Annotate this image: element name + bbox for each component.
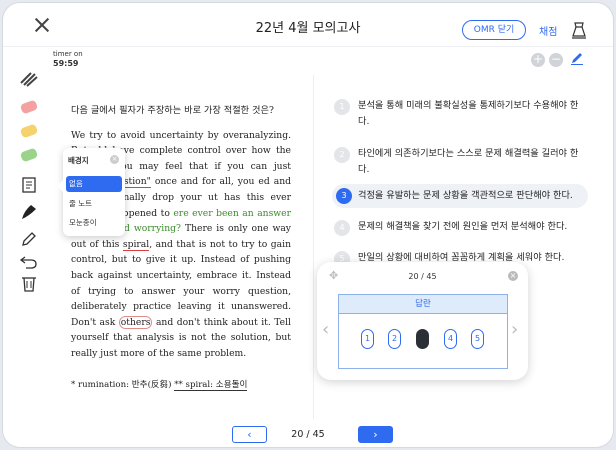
green-highlighter-icon[interactable] [17,145,41,165]
omr-next-arrow-icon[interactable]: › [511,319,518,340]
omr-prev-arrow-icon[interactable]: ‹ [322,319,329,340]
annotated-phrase: spiral [122,238,150,251]
choice-number: 1 [334,99,350,115]
circled-word: others [118,315,153,329]
top-bar: 22년 4월 모의고사 OMR 닫기 채점 [3,3,613,47]
passage: 다음 글에서 필자가 주장하는 바로 가장 적절한 것은? We try to … [71,103,291,393]
timer-label: timer on [53,50,83,58]
choice-number: 4 [334,220,350,236]
omr-bubble-4[interactable]: 4 [444,329,457,349]
yellow-highlighter-icon[interactable] [17,121,41,141]
choice-text: 타인에게 의존하기보다는 스스로 문제 해결력을 길러야 한다. [358,148,579,175]
trash-icon[interactable] [17,273,41,293]
choice-text: 걱정을 유발하는 문제 상황을 객관적으로 판단해야 한다. [358,190,573,201]
page-number: 20 / 45 [291,429,325,440]
passage-text: , and that is not to try to gain control… [71,238,291,328]
undo-icon[interactable] [17,251,41,271]
choice-4[interactable]: 4 문제의 해결책을 찾기 전에 원인을 먼저 분석해야 한다. [332,218,588,236]
background-option-none[interactable]: 없음 [66,176,122,192]
brush-icon[interactable] [17,201,41,223]
omr-bubble-1[interactable]: 1 [361,329,374,349]
pager: ‹ 20 / 45 › [3,426,613,444]
footnote-spiral: ** spiral: 소용돌이 [174,379,248,391]
background-popup: 배경지 × 없음 줄 노트 모눈종이 [57,148,125,236]
choice-text: 분석을 통해 미래의 불확실성을 통제하기보다 수용해야 한다. [358,100,579,127]
choice-2[interactable]: 2 타인에게 의존하기보다는 스스로 문제 해결력을 길러야 한다. [332,145,588,177]
choice-3[interactable]: 3 걱정을 유발하는 문제 상황을 객관적으로 판단해야 한다. [332,184,588,208]
next-page-button[interactable]: › [358,426,393,443]
zoom-out-button[interactable]: − [549,53,563,67]
omr-sheet-header: 답란 [339,295,507,314]
highlighted-phrase: worrying? [133,223,181,235]
omr-bubble-3[interactable]: 3 [416,329,429,349]
lamp-icon[interactable] [570,20,588,40]
column-divider [313,75,314,419]
omr-bubble-5[interactable]: 5 [471,329,484,349]
popup-title: 배경지 [68,156,89,165]
choice-1[interactable]: 1 분석을 통해 미래의 불확실성을 통제하기보다 수용해야 한다. [332,97,588,129]
footnote: * rumination: 반추(反芻) ** spiral: 소용돌이 [71,378,291,394]
choice-text: 문제의 해결책을 찾기 전에 원인을 먼저 분석해야 한다. [358,221,568,232]
omr-close-icon[interactable]: × [508,271,518,281]
popup-close-icon[interactable]: × [110,155,119,164]
timer: timer on 59:59 [53,50,83,68]
passage-text: . You may feel that if you can just [106,160,291,172]
omr-bubble-2[interactable]: 2 [388,329,401,349]
choice-number: 3 [336,188,352,204]
pencil-icon[interactable] [17,229,41,249]
choice-number: 2 [334,147,350,163]
omr-close-button[interactable]: OMR 닫기 [462,20,526,40]
omr-page-indicator: 20 / 45 [408,272,437,281]
app-frame: 22년 4월 모의고사 OMR 닫기 채점 timer on 59:59 + − [2,2,614,448]
timer-value: 59:59 [53,59,79,68]
hatch-icon[interactable] [17,69,41,89]
passage-text: once and for all, you [150,176,259,188]
popup-arrow [57,180,63,192]
omr-sheet: 답란 1 2 3 4 5 [338,294,508,369]
pen-icon[interactable] [570,51,584,65]
background-option-grid[interactable]: 모눈종이 [66,215,122,231]
question-text: 다음 글에서 필자가 주장하는 바로 가장 적절한 것은? [71,105,274,116]
background-icon[interactable] [17,175,41,195]
zoom-in-button[interactable]: + [531,53,545,67]
omr-panel: ✥ 20 / 45 × 답란 1 2 3 4 5 [317,262,528,380]
grade-button[interactable]: 채점 [539,23,557,38]
footnote-rumination: * rumination: 반추(反芻) [71,379,175,390]
red-highlighter-icon[interactable] [17,97,41,117]
background-option-lined[interactable]: 줄 노트 [66,196,122,212]
